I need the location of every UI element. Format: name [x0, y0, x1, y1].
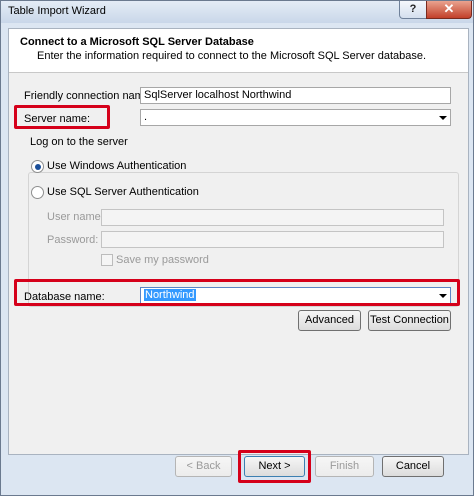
- title-bar[interactable]: Table Import Wizard ? ✕: [1, 1, 473, 23]
- server-name-value: .: [144, 111, 148, 123]
- database-name-highlight: [14, 279, 460, 306]
- cancel-button[interactable]: Cancel: [382, 456, 444, 477]
- server-name-combobox[interactable]: .: [140, 109, 451, 126]
- friendly-name-label: Friendly connection name:: [24, 90, 154, 102]
- logon-group-label: Log on to the server: [28, 136, 130, 148]
- sql-auth-radio[interactable]: [31, 186, 44, 199]
- next-button-highlight: [238, 450, 311, 483]
- windows-auth-label[interactable]: Use Windows Authentication: [47, 160, 186, 172]
- friendly-name-input[interactable]: SqlServer localhost Northwind: [140, 87, 451, 104]
- page-title: Connect to a Microsoft SQL Server Databa…: [20, 36, 254, 48]
- close-button[interactable]: ✕: [426, 1, 472, 19]
- friendly-name-value: SqlServer localhost Northwind: [144, 89, 292, 101]
- wizard-window: Table Import Wizard ? ✕ Connect to a Mic…: [0, 0, 474, 496]
- finish-button[interactable]: Finish: [315, 456, 374, 477]
- close-icon: ✕: [443, 1, 455, 16]
- password-input[interactable]: [101, 231, 444, 248]
- user-name-label: User name:: [47, 211, 104, 223]
- save-password-checkbox[interactable]: [101, 254, 113, 266]
- page-subtitle: Enter the information required to connec…: [37, 50, 427, 62]
- user-name-input[interactable]: [101, 209, 444, 226]
- page-header: Connect to a Microsoft SQL Server Databa…: [9, 29, 468, 73]
- wizard-content: Connect to a Microsoft SQL Server Databa…: [8, 28, 469, 455]
- advanced-button[interactable]: Advanced: [298, 310, 361, 331]
- help-icon: ?: [409, 3, 417, 15]
- save-password-label: Save my password: [116, 254, 209, 266]
- sql-auth-label[interactable]: Use SQL Server Authentication: [47, 186, 199, 198]
- password-label: Password:: [47, 234, 99, 246]
- test-connection-button[interactable]: Test Connection: [368, 310, 451, 331]
- window-title: Table Import Wizard: [8, 5, 106, 17]
- windows-auth-radio[interactable]: [31, 160, 44, 173]
- help-button[interactable]: ?: [399, 1, 427, 19]
- back-button[interactable]: < Back: [175, 456, 232, 477]
- server-name-highlight: [14, 105, 110, 129]
- chevron-down-icon[interactable]: [439, 116, 447, 120]
